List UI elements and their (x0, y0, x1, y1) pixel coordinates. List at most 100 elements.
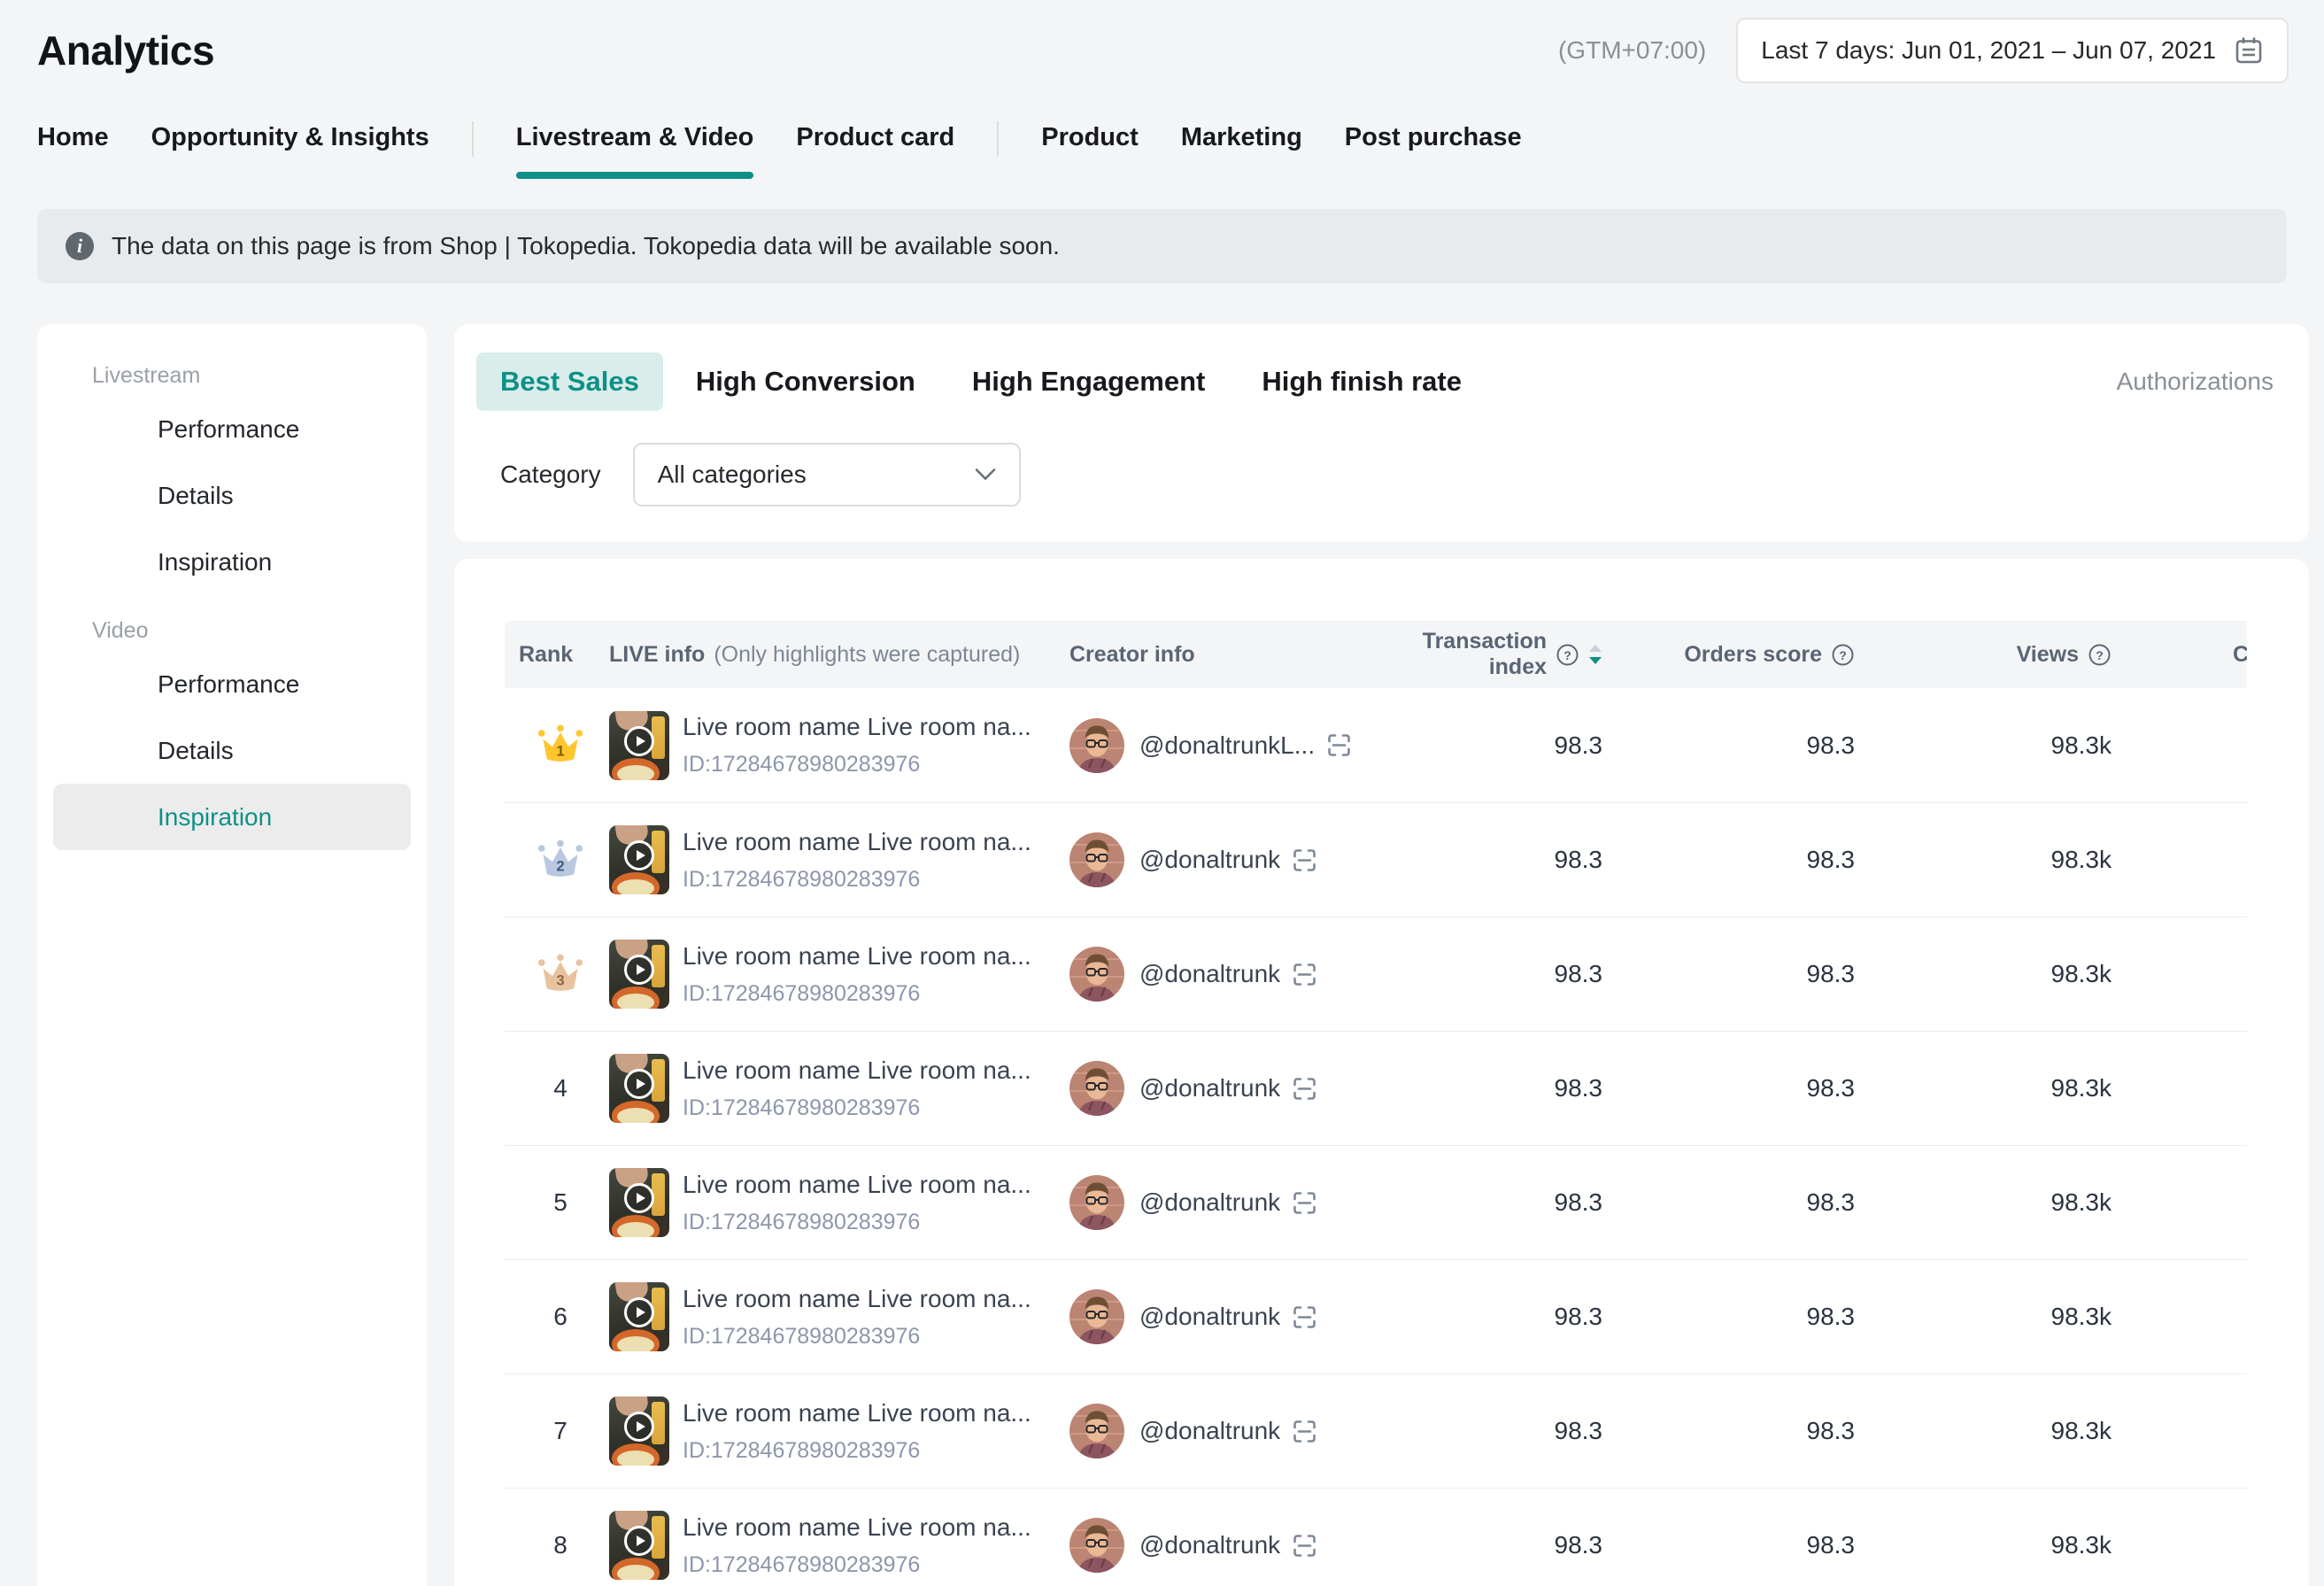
category-label: Category (500, 460, 601, 489)
creator-cell: @donaltrunkL... (1062, 718, 1443, 773)
ranking-table: Rank LIVE info (Only highlights were cap… (505, 621, 2247, 1586)
creator-cell: @donaltrunk (1062, 1518, 1443, 1573)
authorizations-link[interactable]: Authorizations (2117, 367, 2274, 396)
creator-avatar[interactable] (1069, 718, 1124, 773)
video-thumbnail[interactable] (609, 1168, 669, 1237)
live-room-title[interactable]: Live room name Live room na... (683, 828, 1031, 856)
live-room-id: ID:17284678980283976 (683, 981, 1031, 1007)
creator-avatar[interactable] (1069, 1518, 1124, 1573)
live-room-title[interactable]: Live room name Live room na... (683, 942, 1031, 971)
creator-avatar[interactable] (1069, 1404, 1124, 1458)
scan-expand-icon[interactable] (1291, 1418, 1318, 1445)
subtab-high-engagement[interactable]: High Engagement (972, 352, 1206, 411)
nav-tab-product[interactable]: Product (1041, 123, 1139, 156)
orders-score-cell: 98.3 (1618, 846, 1864, 874)
creator-username[interactable]: @donaltrunk (1139, 1531, 1280, 1559)
creator-username[interactable]: @donaltrunk (1139, 846, 1280, 874)
creator-avatar[interactable] (1069, 1175, 1124, 1230)
table-row[interactable]: 2 Live room name Live room na... ID:1728… (505, 802, 2247, 917)
transaction-index-cell: 98.3 (1443, 960, 1618, 988)
rank-crown-gold-icon: 1 (537, 724, 584, 766)
nav-tab-marketing[interactable]: Marketing (1181, 123, 1302, 156)
table-row[interactable]: 4 Live room name Live room na... ID:1728… (505, 1031, 2247, 1145)
category-select[interactable]: All categories (633, 443, 1021, 507)
nav-divider (997, 121, 999, 157)
date-range-picker[interactable]: Last 7 days: Jun 01, 2021 – Jun 07, 2021 (1736, 18, 2289, 83)
nav-tab-home[interactable]: Home (37, 123, 109, 156)
video-thumbnail[interactable] (609, 1054, 669, 1123)
sidebar-item-livestream-inspiration[interactable]: Inspiration (53, 529, 411, 595)
creator-avatar[interactable] (1069, 1289, 1124, 1344)
primary-nav: Home Opportunity & Insights Livestream & V… (0, 110, 2324, 168)
video-thumbnail[interactable] (609, 1282, 669, 1351)
live-room-title[interactable]: Live room name Live room na... (683, 713, 1031, 741)
sidebar-item-livestream-performance[interactable]: Performance (53, 396, 411, 462)
play-icon (624, 1183, 654, 1213)
views-cell: 98.3k (1864, 1417, 2118, 1445)
scan-expand-icon[interactable] (1291, 1304, 1318, 1331)
col-header-transaction-index[interactable]: Transaction index ? (1443, 629, 1618, 680)
subtab-best-sales[interactable]: Best Sales (476, 352, 663, 411)
scan-expand-icon[interactable] (1291, 961, 1318, 988)
live-info-cell: Live room name Live room na... ID:172846… (602, 940, 1062, 1009)
creator-cell: @donaltrunk (1062, 1061, 1443, 1116)
live-room-title[interactable]: Live room name Live room na... (683, 1056, 1031, 1085)
scan-expand-icon[interactable] (1291, 847, 1318, 874)
subtab-high-conversion[interactable]: High Conversion (696, 352, 915, 411)
table-row[interactable]: 5 Live room name Live room na... ID:1728… (505, 1145, 2247, 1259)
rank-number: 7 (553, 1417, 567, 1445)
transaction-index-cell: 98.3 (1443, 1531, 1618, 1559)
question-circle-icon[interactable]: ? (2088, 643, 2112, 667)
creator-avatar[interactable] (1069, 1061, 1124, 1116)
creator-username[interactable]: @donaltrunkL... (1139, 731, 1315, 760)
views-cell: 98.3k (1864, 1303, 2118, 1331)
video-thumbnail[interactable] (609, 940, 669, 1009)
creator-username[interactable]: @donaltrunk (1139, 1188, 1280, 1217)
scan-expand-icon[interactable] (1291, 1075, 1318, 1102)
question-circle-icon[interactable]: ? (1831, 643, 1855, 667)
live-room-title[interactable]: Live room name Live room na... (683, 1513, 1031, 1542)
col-header-orders-score: Orders score ? (1618, 642, 1864, 668)
thumbnail-art (617, 1336, 654, 1351)
rank-cell: 2 (505, 839, 602, 881)
question-circle-icon[interactable]: ? (1556, 643, 1579, 667)
subtab-high-finish-rate[interactable]: High finish rate (1262, 352, 1462, 411)
nav-tab-opportunity-insights[interactable]: Opportunity & Insights (151, 123, 429, 156)
creator-username[interactable]: @donaltrunk (1139, 1303, 1280, 1331)
live-room-title[interactable]: Live room name Live room na... (683, 1171, 1031, 1199)
video-thumbnail[interactable] (609, 711, 669, 780)
transaction-index-cell: 98.3 (1443, 1303, 1618, 1331)
nav-tab-product-card[interactable]: Product card (796, 123, 954, 156)
col-header-views: Views ? (1864, 642, 2118, 668)
table-row[interactable]: 8 Live room name Live room na... ID:1728… (505, 1488, 2247, 1586)
sidebar-item-video-performance[interactable]: Performance (53, 651, 411, 717)
table-row[interactable]: 7 Live room name Live room na... ID:1728… (505, 1373, 2247, 1488)
sidebar-item-livestream-details[interactable]: Details (53, 462, 411, 529)
sidebar-item-video-inspiration[interactable]: Inspiration (53, 784, 411, 850)
creator-cell: @donaltrunk (1062, 1404, 1443, 1458)
table-row[interactable]: 1 Live room name Live room na... ID:1728… (505, 688, 2247, 802)
nav-tab-post-purchase[interactable]: Post purchase (1345, 123, 1522, 156)
scan-expand-icon[interactable] (1291, 1189, 1318, 1217)
live-room-title[interactable]: Live room name Live room na... (683, 1285, 1031, 1313)
sort-descending-icon[interactable] (1588, 643, 1602, 667)
sidebar-item-video-details[interactable]: Details (53, 717, 411, 784)
scan-expand-icon[interactable] (1325, 731, 1353, 759)
views-cell: 98.3k (1864, 1074, 2118, 1102)
table-row[interactable]: 3 Live room name Live room na... ID:1728… (505, 917, 2247, 1031)
creator-avatar[interactable] (1069, 947, 1124, 1002)
video-thumbnail[interactable] (609, 1511, 669, 1580)
creator-username[interactable]: @donaltrunk (1139, 1417, 1280, 1445)
rank-crown-bronze-icon: 3 (537, 954, 584, 995)
table-row[interactable]: 6 Live room name Live room na... ID:1728… (505, 1259, 2247, 1373)
nav-tab-livestream-video[interactable]: Livestream & Video (516, 123, 754, 156)
creator-username[interactable]: @donaltrunk (1139, 1074, 1280, 1102)
analytics-page: Analytics (GTM+07:00) Last 7 days: Jun 0… (0, 0, 2324, 1586)
rank-number: 8 (553, 1531, 567, 1559)
video-thumbnail[interactable] (609, 825, 669, 894)
creator-avatar[interactable] (1069, 832, 1124, 887)
live-room-title[interactable]: Live room name Live room na... (683, 1399, 1031, 1427)
scan-expand-icon[interactable] (1291, 1532, 1318, 1559)
video-thumbnail[interactable] (609, 1396, 669, 1466)
creator-username[interactable]: @donaltrunk (1139, 960, 1280, 988)
